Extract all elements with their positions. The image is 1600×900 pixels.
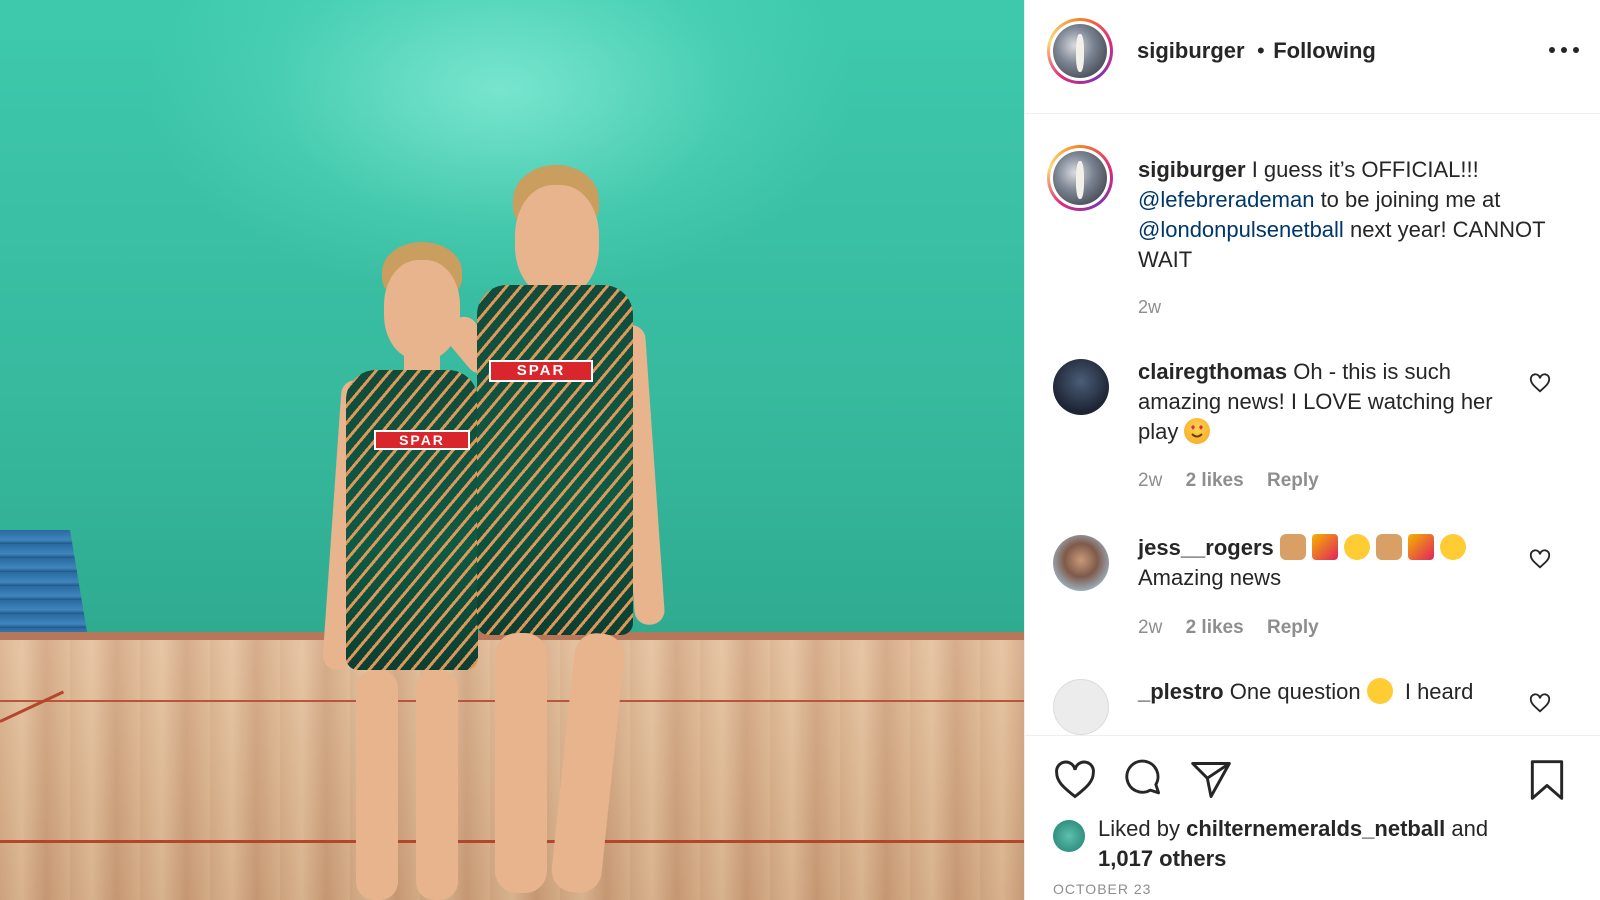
smiling-sweat-emoji xyxy=(1343,534,1370,560)
commenter-username[interactable]: _plestro xyxy=(1138,679,1224,704)
comment-time[interactable]: 2w xyxy=(1138,617,1162,638)
reply-button[interactable]: Reply xyxy=(1267,617,1319,638)
comment-text: I heard xyxy=(1404,679,1474,704)
mention-link[interactable]: @londonpulsenetball xyxy=(1138,217,1344,242)
post-date[interactable]: OCTOBER 23 xyxy=(1053,881,1151,897)
commenter-username[interactable]: jess__rogers xyxy=(1138,535,1274,560)
raising-hands-emoji xyxy=(1279,534,1306,560)
post-actions: Liked by chilternemeralds_netball and 1,… xyxy=(1025,735,1600,900)
comments-list[interactable]: sigiburger I guess it’s OFFICIAL!!! @lef… xyxy=(1025,115,1600,735)
post-detail-panel: sigiburger • Following sigiburger I gues… xyxy=(1024,0,1600,900)
more-options-icon[interactable] xyxy=(1549,44,1579,56)
comment-like-icon[interactable] xyxy=(1529,548,1551,570)
comment-body: _plestro One question I heard xyxy=(1138,677,1518,707)
commenter-avatar[interactable] xyxy=(1053,535,1109,591)
share-paper-plane-icon[interactable] xyxy=(1189,758,1233,802)
thinking-face-emoji xyxy=(1366,678,1393,704)
post-caption: sigiburger I guess it’s OFFICIAL!!! @lef… xyxy=(1138,155,1558,275)
comment-likes[interactable]: 2 likes xyxy=(1186,617,1244,638)
comment-bubble-icon[interactable] xyxy=(1121,758,1165,802)
comment-body: clairegthomas Oh - this is such amazing … xyxy=(1138,357,1498,447)
comment-likes[interactable]: 2 likes xyxy=(1186,470,1244,491)
follow-status-button[interactable]: Following xyxy=(1273,38,1376,63)
spar-logo: SPAR xyxy=(489,360,593,382)
caption-text: I guess it’s OFFICIAL!!! xyxy=(1251,157,1479,182)
smiling-sweat-emoji xyxy=(1439,534,1466,560)
liked-by-prefix: Liked by xyxy=(1098,816,1180,841)
commenter-username[interactable]: clairegthomas xyxy=(1138,359,1287,384)
post-photo[interactable]: SPAR SPAR xyxy=(0,0,1024,900)
liker-avatar[interactable] xyxy=(1053,820,1085,852)
comment-meta: 2w 2 likes Reply xyxy=(1138,617,1337,639)
comment-body: jess__rogers Amazing news xyxy=(1138,533,1518,593)
comment-time[interactable]: 2w xyxy=(1138,470,1162,491)
commenter-avatar[interactable] xyxy=(1053,679,1109,735)
author-avatar[interactable] xyxy=(1047,18,1113,84)
author-username[interactable]: sigiburger xyxy=(1137,38,1245,63)
raising-hands-emoji xyxy=(1375,534,1402,560)
liked-by-and: and xyxy=(1451,816,1489,841)
commenter-avatar[interactable] xyxy=(1053,359,1109,415)
comment-text: Amazing news xyxy=(1138,565,1282,590)
caption-timestamp[interactable]: 2w xyxy=(1138,297,1161,318)
party-popper-emoji xyxy=(1407,534,1434,560)
like-heart-icon[interactable] xyxy=(1053,758,1097,802)
mention-link[interactable]: @lefebrerademan xyxy=(1138,187,1314,212)
heart-eyes-emoji xyxy=(1184,418,1211,444)
caption-username[interactable]: sigiburger xyxy=(1138,157,1246,182)
comment-like-icon[interactable] xyxy=(1529,372,1551,394)
comment-text: One question xyxy=(1229,679,1361,704)
player-right: SPAR xyxy=(439,155,675,900)
post-header: sigiburger • Following xyxy=(1025,0,1600,114)
comment-meta: 2w 2 likes Reply xyxy=(1138,470,1337,492)
comment-like-icon[interactable] xyxy=(1529,692,1551,714)
liker-username[interactable]: chilternemeralds_netball xyxy=(1186,816,1445,841)
caption-author-avatar[interactable] xyxy=(1047,145,1113,211)
likes-text: Liked by chilternemeralds_netball and 1,… xyxy=(1098,814,1488,874)
others-likes-link[interactable]: 1,017 others xyxy=(1098,846,1226,871)
caption-text: to be joining me at xyxy=(1320,187,1501,212)
reply-button[interactable]: Reply xyxy=(1267,470,1319,491)
party-popper-emoji xyxy=(1311,534,1338,560)
save-bookmark-icon[interactable] xyxy=(1525,758,1569,802)
separator-dot: • xyxy=(1257,38,1265,63)
likes-summary: Liked by chilternemeralds_netball and 1,… xyxy=(1053,814,1573,878)
